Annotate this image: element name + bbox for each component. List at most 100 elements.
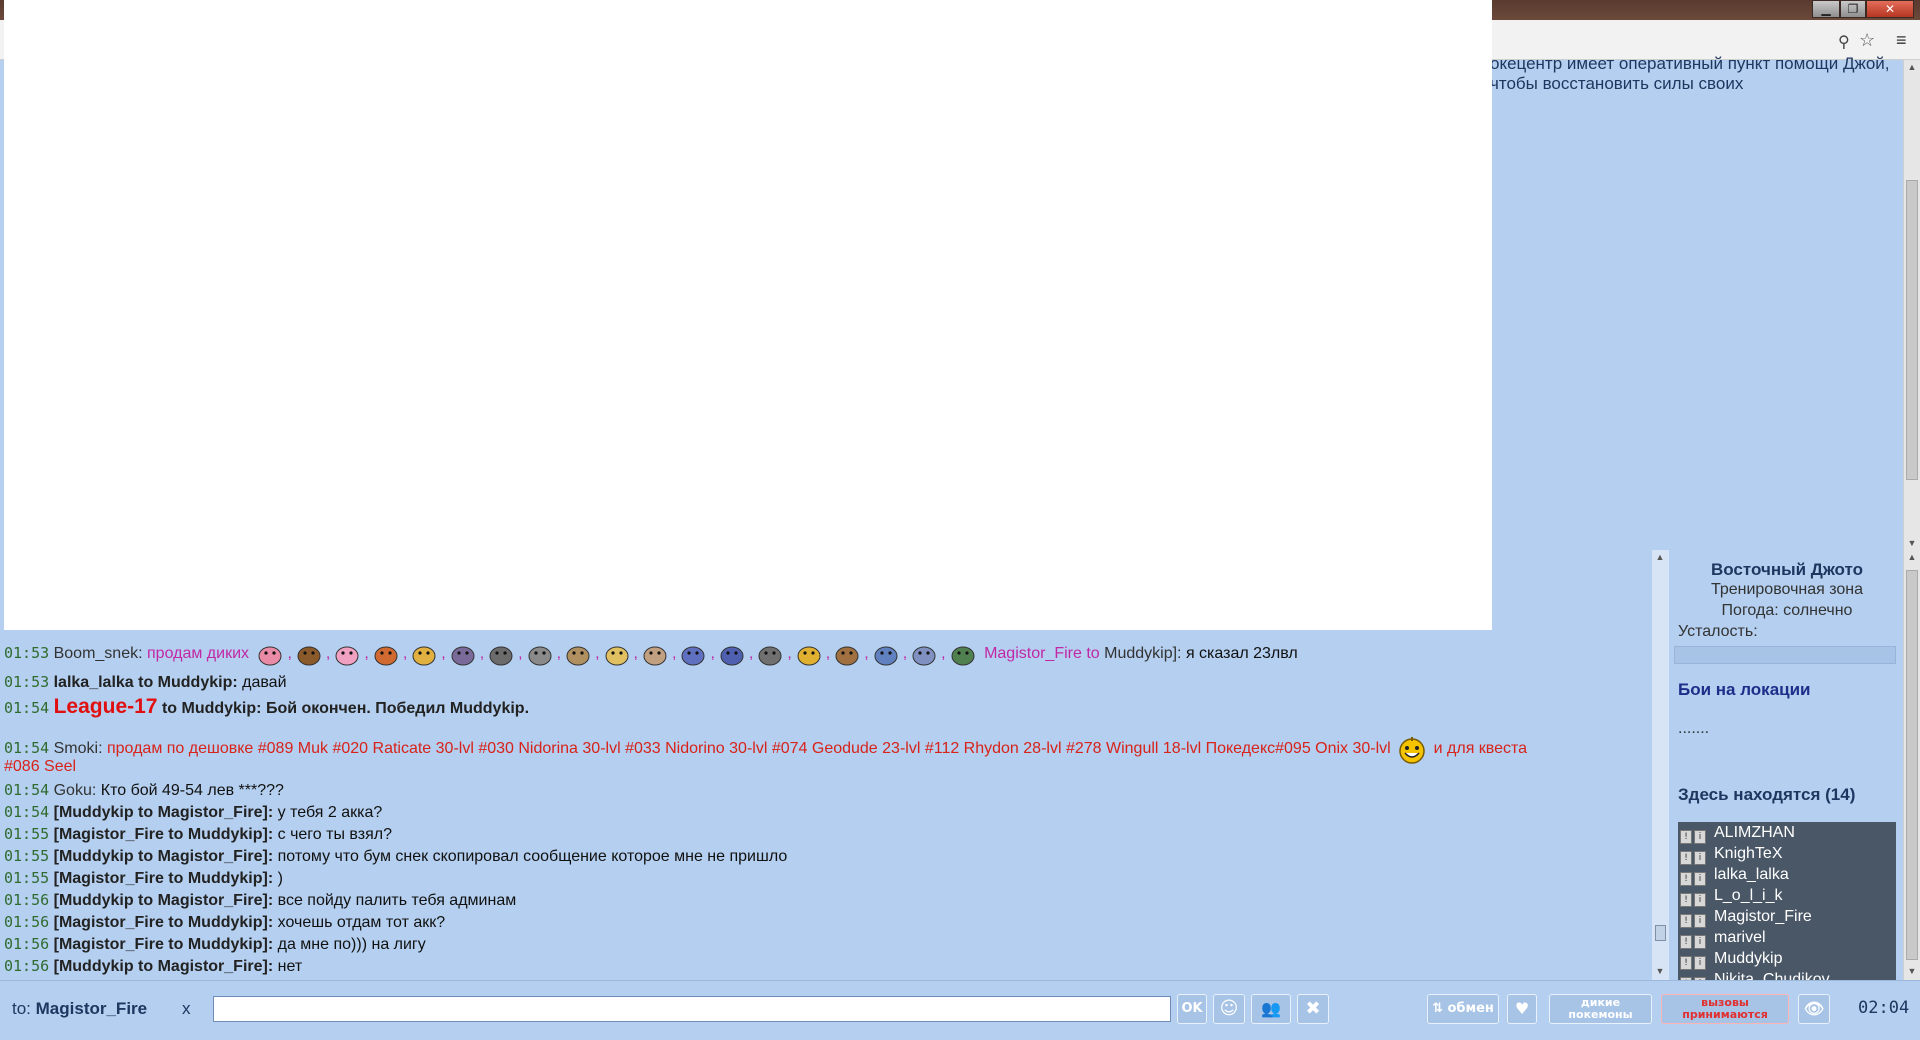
user-name[interactable]: ALIMZHAN bbox=[1714, 824, 1795, 841]
menu-icon[interactable]: ≡ bbox=[1896, 30, 1907, 51]
wild-pokemon-button[interactable]: дикие покемоны bbox=[1549, 994, 1652, 1024]
chat-user[interactable]: Boom_snek: bbox=[54, 645, 143, 662]
user-item[interactable]: ! i Muddykip bbox=[1678, 948, 1896, 970]
heart-button[interactable]: ♥ bbox=[1507, 994, 1537, 1024]
info-icon[interactable]: ! bbox=[1680, 830, 1692, 844]
user-name[interactable]: L_o_l_i_k bbox=[1714, 887, 1783, 904]
sprite-separator: , bbox=[941, 645, 946, 663]
chat-user[interactable]: [Muddykip to Magistor_Fire]: bbox=[54, 892, 274, 909]
profile-icon[interactable]: i bbox=[1694, 956, 1706, 970]
user-item[interactable]: ! i KnighTeX bbox=[1678, 843, 1896, 865]
profile-icon[interactable]: i bbox=[1694, 935, 1706, 949]
chat-time: 01:55 bbox=[4, 847, 50, 865]
info-icon[interactable]: ! bbox=[1680, 893, 1692, 907]
pokemon-sprite-icon bbox=[717, 640, 747, 668]
scroll-down-arrow-icon[interactable]: ▼ bbox=[1904, 964, 1920, 978]
location-weather: Погода: солнечно bbox=[1721, 602, 1853, 619]
user-name[interactable]: KnighTeX bbox=[1714, 845, 1783, 862]
scroll-down-arrow-icon[interactable]: ▼ bbox=[1652, 964, 1668, 978]
pokemon-sprite-icon bbox=[255, 640, 285, 668]
chat-text: Кто бой 49-54 лев ***??? bbox=[100, 782, 284, 799]
info-icon[interactable]: ! bbox=[1680, 935, 1692, 949]
trade-button[interactable]: ⇅ обмен bbox=[1427, 994, 1499, 1024]
chat-pm-to[interactable]: Muddykip]: bbox=[1104, 645, 1181, 662]
user-name[interactable]: marivel bbox=[1714, 929, 1766, 946]
user-item[interactable]: ! i lalka_lalka bbox=[1678, 864, 1896, 886]
sprite-separator: , bbox=[864, 645, 869, 663]
top-scrollbar[interactable]: ▲ ▼ bbox=[1903, 60, 1920, 550]
chat-user[interactable]: [Magistor_Fire to Muddykip]: bbox=[54, 914, 274, 931]
sprite-separator: , bbox=[441, 645, 446, 663]
profile-icon[interactable]: i bbox=[1694, 851, 1706, 865]
chat-user[interactable]: [Magistor_Fire to Muddykip]: bbox=[54, 936, 274, 953]
info-icon[interactable]: ! bbox=[1680, 851, 1692, 865]
scroll-up-arrow-icon[interactable]: ▲ bbox=[1904, 60, 1920, 74]
smiley-button[interactable]: ☺ bbox=[1213, 994, 1245, 1024]
chat-text: у тебя 2 акка? bbox=[277, 804, 383, 821]
user-item[interactable]: !iNikita_Chudikov bbox=[1678, 969, 1896, 980]
battles-title: Бои на локации bbox=[1678, 680, 1811, 699]
zoom-icon[interactable]: ⚲ bbox=[1838, 32, 1850, 52]
chat-line: 01:56 [Muddykip to Magistor_Fire]: нет bbox=[4, 956, 302, 977]
user-name[interactable]: Muddykip bbox=[1714, 950, 1782, 967]
bookmark-star-icon[interactable]: ☆ bbox=[1859, 30, 1875, 51]
user-item[interactable]: ! i ALIMZHAN bbox=[1678, 822, 1896, 844]
sprite-separator: , bbox=[671, 645, 677, 663]
info-icon[interactable]: ! bbox=[1680, 956, 1692, 970]
recipient-label: to: Magistor_Fire bbox=[12, 999, 147, 1019]
user-item[interactable]: ! i L_o_l_i_k bbox=[1678, 885, 1896, 907]
users-here-title: Здесь находятся (14) bbox=[1678, 785, 1856, 804]
chat-time: 01:53 bbox=[4, 673, 50, 691]
scroll-down-arrow-icon[interactable]: ▼ bbox=[1904, 536, 1920, 550]
profile-icon[interactable]: i bbox=[1694, 830, 1706, 844]
chat-pm-from[interactable]: Magistor_Fire to bbox=[984, 645, 1100, 662]
user-name[interactable]: lalka_lalka bbox=[1714, 866, 1789, 883]
chat-user[interactable]: lalka_lalka to Muddykip: bbox=[54, 674, 238, 691]
scroll-thumb[interactable] bbox=[1906, 180, 1918, 480]
chat-user[interactable]: Smoki: bbox=[54, 740, 103, 757]
chat-user[interactable]: [Muddykip to Magistor_Fire]: bbox=[54, 804, 274, 821]
info-icon[interactable]: ! bbox=[1680, 872, 1692, 886]
chat-user[interactable]: [Magistor_Fire to Muddykip]: bbox=[54, 826, 274, 843]
minimize-button[interactable]: ▁ bbox=[1812, 0, 1840, 18]
profile-icon[interactable]: i bbox=[1694, 914, 1706, 928]
right-scrollbar[interactable]: ▲ ▼ bbox=[1903, 550, 1920, 980]
scroll-thumb[interactable] bbox=[1655, 925, 1666, 941]
recipient-name[interactable]: Magistor_Fire bbox=[36, 999, 147, 1018]
pokemon-sprite-icon bbox=[332, 640, 362, 668]
clear-recipient-button[interactable]: x bbox=[182, 999, 191, 1019]
chat-user[interactable]: [Muddykip to Magistor_Fire]: bbox=[54, 848, 274, 865]
send-button[interactable]: OK bbox=[1177, 994, 1207, 1024]
message-input[interactable] bbox=[213, 996, 1171, 1022]
user-item[interactable]: ! i Magistor_Fire bbox=[1678, 906, 1896, 928]
chat-scrollbar[interactable]: ▲ ▼ bbox=[1652, 550, 1669, 980]
user-name[interactable]: Nikita_Chudikov bbox=[1714, 971, 1830, 980]
group-button[interactable]: 👥 bbox=[1251, 994, 1291, 1024]
user-item[interactable]: ! i marivel bbox=[1678, 927, 1896, 949]
pokemon-sprite-icon bbox=[409, 640, 439, 668]
profile-icon[interactable]: i bbox=[1694, 893, 1706, 907]
eye-icon[interactable]: 👁 bbox=[1798, 994, 1830, 1024]
chat-user[interactable]: Goku: bbox=[54, 782, 97, 799]
scroll-up-arrow-icon[interactable]: ▲ bbox=[1904, 550, 1920, 564]
sprite-separator: , bbox=[710, 645, 715, 663]
pokemon-sprite-icon bbox=[525, 640, 555, 668]
chat-time: 01:55 bbox=[4, 825, 50, 843]
scroll-up-arrow-icon[interactable]: ▲ bbox=[1652, 550, 1668, 564]
user-name[interactable]: Magistor_Fire bbox=[1714, 908, 1812, 925]
scroll-thumb[interactable] bbox=[1906, 570, 1918, 960]
chat-user[interactable]: League-17 bbox=[54, 695, 158, 718]
maximize-button[interactable]: ❐ bbox=[1840, 0, 1866, 18]
clear-button[interactable]: ✖ bbox=[1297, 994, 1329, 1024]
chat-user[interactable]: [Magistor_Fire to Muddykip]: bbox=[54, 870, 274, 887]
info-icon[interactable]: ! bbox=[1680, 914, 1692, 928]
close-button[interactable]: ✕ bbox=[1866, 0, 1914, 18]
profile-icon[interactable]: i bbox=[1694, 872, 1706, 886]
chat-text: да мне по))) на лигу bbox=[277, 936, 426, 953]
pokemon-sprite-icon bbox=[871, 640, 901, 668]
chat-text: все пойду палить тебя админам bbox=[277, 892, 517, 909]
accept-challenges-button[interactable]: вызовы принимаются bbox=[1661, 994, 1789, 1024]
smiley-icon bbox=[1397, 735, 1427, 764]
pokemon-sprite-icon bbox=[678, 640, 708, 668]
chat-user[interactable]: [Muddykip to Magistor_Fire]: bbox=[54, 958, 274, 975]
